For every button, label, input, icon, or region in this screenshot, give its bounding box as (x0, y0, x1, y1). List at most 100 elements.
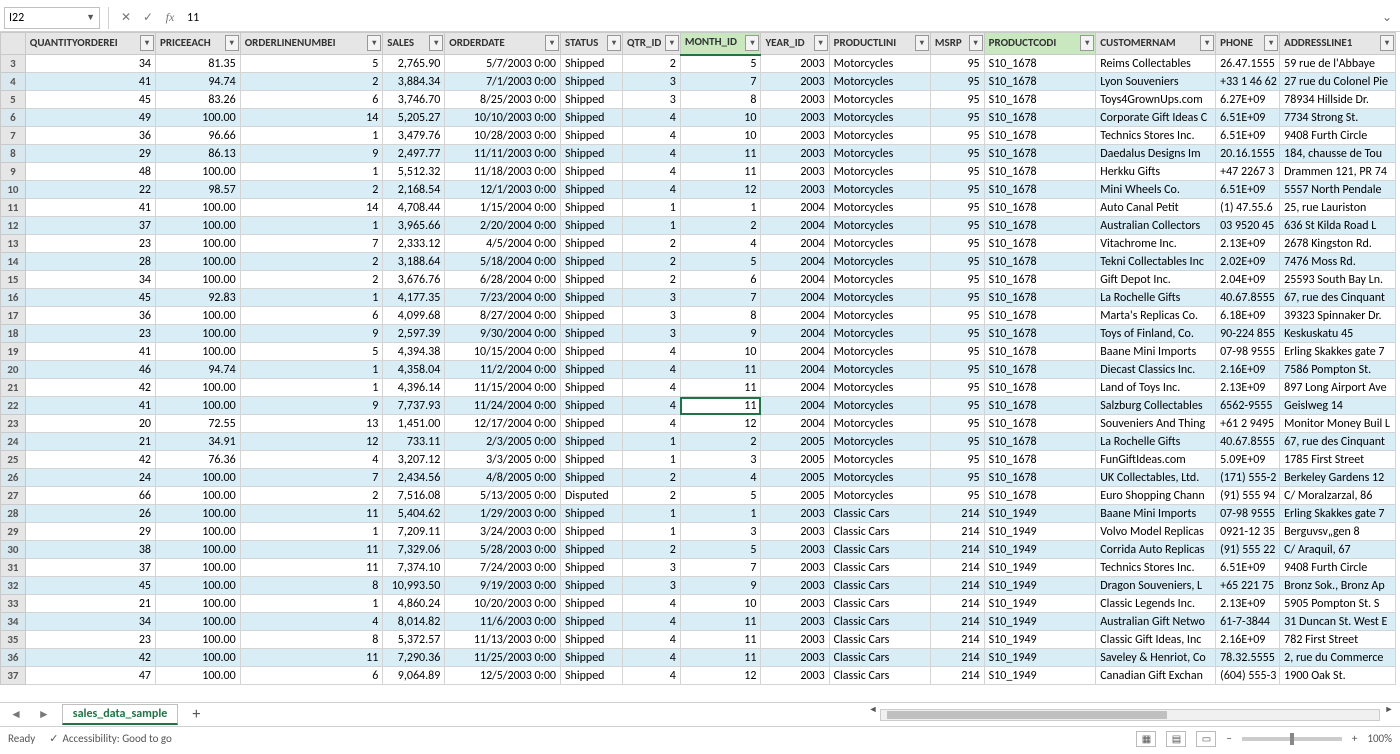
cell[interactable]: 11 (680, 613, 761, 631)
cell[interactable]: 12 (680, 415, 761, 433)
cell[interactable]: S10_1678 (984, 379, 1096, 397)
cell[interactable]: S10_1678 (984, 181, 1096, 199)
row-header[interactable]: 12 (1, 217, 26, 235)
cell[interactable]: 1 (240, 379, 383, 397)
cell[interactable]: 95 (930, 415, 984, 433)
column-header-year_id[interactable]: YEAR_ID▾ (761, 33, 829, 55)
cell[interactable]: 4 (240, 613, 383, 631)
cell[interactable]: Classic Cars (829, 649, 930, 667)
cell[interactable]: 2004 (761, 361, 829, 379)
cell[interactable]: 25593 South Bay Ln. (1280, 271, 1396, 289)
cell[interactable]: 42 (25, 649, 155, 667)
cell[interactable]: 11/25/2003 0:00 (445, 649, 561, 667)
cell[interactable]: 7/1/2003 0:00 (445, 73, 561, 91)
cell[interactable]: Shipped (561, 127, 623, 145)
cell[interactable]: 1 (623, 505, 681, 523)
cell[interactable]: Auto Canal Petit (1096, 199, 1216, 217)
row-header[interactable]: 37 (1, 667, 26, 685)
cell[interactable]: 12/5/2003 0:00 (445, 667, 561, 685)
column-header-productcode[interactable]: PRODUCTCODI▾ (984, 33, 1096, 55)
cell[interactable]: 100.00 (155, 307, 240, 325)
cell[interactable]: 2,168.54 (383, 181, 445, 199)
cell[interactable]: Shipped (561, 199, 623, 217)
cell[interactable]: Shipped (561, 253, 623, 271)
cell[interactable]: 5 (240, 343, 383, 361)
cell[interactable]: 3/3/2005 0:00 (445, 451, 561, 469)
cell[interactable]: 3 (623, 559, 681, 577)
cell[interactable]: 95 (930, 379, 984, 397)
cell[interactable]: 3 (623, 307, 681, 325)
cell[interactable]: 23 (25, 631, 155, 649)
cell[interactable]: Motorcycles (829, 109, 930, 127)
normal-view-icon[interactable]: ▦ (1136, 731, 1156, 747)
cell[interactable]: 8/25/2003 0:00 (445, 91, 561, 109)
cell[interactable]: 86.13 (155, 145, 240, 163)
cell[interactable]: Volvo Model Replicas (1096, 523, 1216, 541)
cell[interactable]: Shipped (561, 595, 623, 613)
cell[interactable]: 4,099.68 (383, 307, 445, 325)
cell[interactable]: 4 (623, 415, 681, 433)
cell[interactable]: Baane Mini Imports (1096, 505, 1216, 523)
cell[interactable]: 6.27E+09 (1216, 91, 1280, 109)
cell[interactable]: 5 (680, 253, 761, 271)
cell[interactable]: Motorcycles (829, 343, 930, 361)
cell[interactable]: 20 (25, 415, 155, 433)
cell[interactable]: 11/15/2004 0:00 (445, 379, 561, 397)
cell[interactable]: S10_1949 (984, 595, 1096, 613)
cell[interactable]: Shipped (561, 181, 623, 199)
cell[interactable]: 10 (680, 343, 761, 361)
column-header-priceeach[interactable]: PRICEEACH▾ (155, 33, 240, 55)
cell[interactable]: Classic Cars (829, 505, 930, 523)
cell[interactable]: 214 (930, 667, 984, 685)
page-layout-view-icon[interactable]: ▤ (1166, 731, 1186, 747)
accessibility-status[interactable]: ✓Accessibility: Good to go (49, 732, 172, 745)
cell[interactable]: 9 (680, 325, 761, 343)
cell[interactable]: 8/27/2004 0:00 (445, 307, 561, 325)
cell[interactable]: Motorcycles (829, 487, 930, 505)
cell[interactable]: 1 (240, 595, 383, 613)
column-header-customername[interactable]: CUSTOMERNAM▾ (1096, 33, 1216, 55)
cell[interactable]: Gift Depot Inc. (1096, 271, 1216, 289)
cell[interactable]: 10 (680, 595, 761, 613)
cell[interactable]: 2 (680, 433, 761, 451)
cell[interactable]: (1) 47.55.6 (1216, 199, 1280, 217)
cell[interactable]: 6 (680, 271, 761, 289)
cell[interactable]: Classic Gift Ideas, Inc (1096, 631, 1216, 649)
row-header[interactable]: 21 (1, 379, 26, 397)
cell[interactable]: Motorcycles (829, 397, 930, 415)
cell[interactable]: S10_1949 (984, 649, 1096, 667)
cell[interactable]: 6.51E+09 (1216, 559, 1280, 577)
cell[interactable]: 3,746.70 (383, 91, 445, 109)
cell[interactable]: 95 (930, 127, 984, 145)
cell[interactable]: Classic Cars (829, 595, 930, 613)
cell[interactable]: 11/2/2004 0:00 (445, 361, 561, 379)
cell[interactable]: 2004 (761, 235, 829, 253)
cell[interactable]: 6 (240, 667, 383, 685)
cell[interactable]: 3 (680, 451, 761, 469)
cell[interactable]: 2.02E+09 (1216, 253, 1280, 271)
cell[interactable]: 1/29/2003 0:00 (445, 505, 561, 523)
row-header[interactable]: 29 (1, 523, 26, 541)
cell[interactable]: Classic Cars (829, 541, 930, 559)
cell[interactable]: Corporate Gift Ideas C (1096, 109, 1216, 127)
row-header[interactable]: 11 (1, 199, 26, 217)
cell[interactable]: 5 (680, 541, 761, 559)
cell[interactable]: Motorcycles (829, 199, 930, 217)
cell[interactable]: 100.00 (155, 613, 240, 631)
cell[interactable]: Disputed (561, 487, 623, 505)
filter-dropdown-icon[interactable]: ▾ (429, 35, 443, 51)
cell[interactable]: (91) 555 22 (1216, 541, 1280, 559)
filter-dropdown-icon[interactable]: ▾ (1264, 35, 1278, 51)
filter-dropdown-icon[interactable]: ▾ (745, 35, 759, 51)
cell[interactable]: 21 (25, 595, 155, 613)
cell[interactable]: Dragon Souveniers, L (1096, 577, 1216, 595)
cell[interactable]: 2.13E+09 (1216, 379, 1280, 397)
cell[interactable]: Motorcycles (829, 181, 930, 199)
cell[interactable]: Erling Skakkes gate 7 (1280, 343, 1396, 361)
cell[interactable]: 2 (240, 73, 383, 91)
cell[interactable]: 100.00 (155, 595, 240, 613)
cell[interactable]: 9408 Furth Circle (1280, 559, 1396, 577)
cell[interactable]: 26 (25, 505, 155, 523)
cell[interactable]: 2003 (761, 73, 829, 91)
cell[interactable]: C/ Araquil, 67 (1280, 541, 1396, 559)
